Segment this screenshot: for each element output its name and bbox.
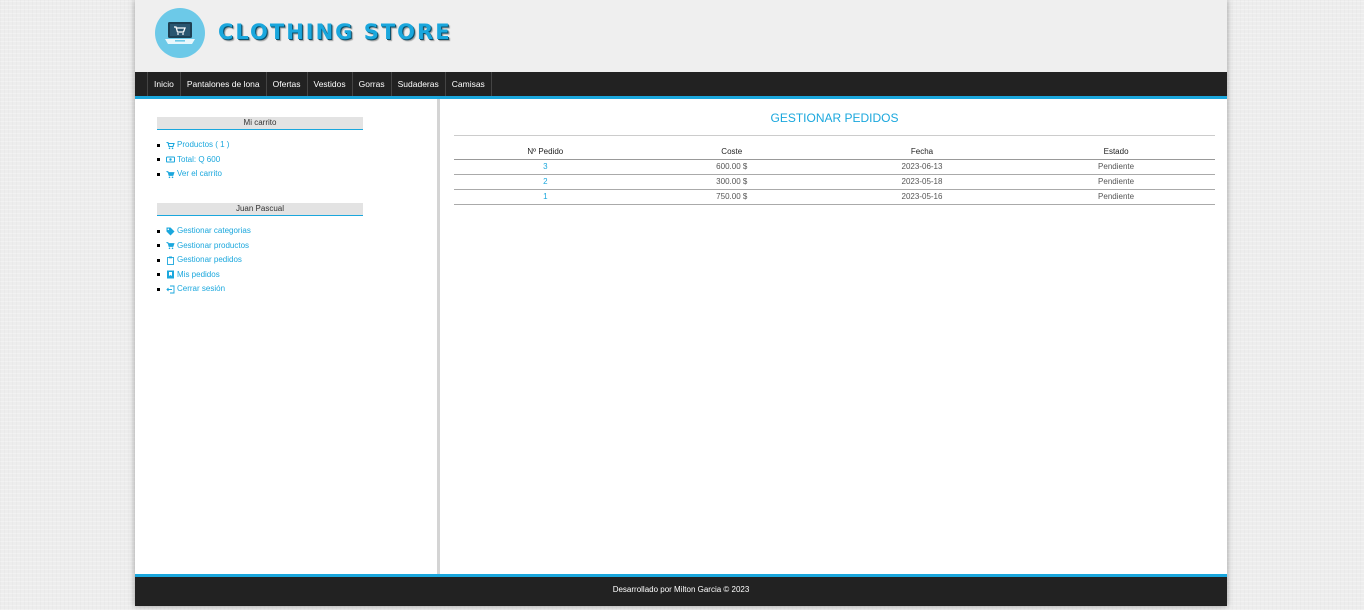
header: CLOTHING STORE [135, 0, 1227, 72]
col-cost: Coste [636, 145, 827, 160]
order-status: Pendiente [1017, 189, 1215, 205]
order-id-link[interactable]: 1 [454, 189, 637, 205]
footer: Desarrollado por Milton Garcia © 2023 [135, 574, 1227, 606]
logout-link[interactable]: Cerrar sesión [157, 282, 251, 297]
cart-block-title: Mi carrito [157, 117, 363, 130]
cart-products-link[interactable]: Productos ( 1 ) [157, 138, 229, 153]
order-status: Pendiente [1017, 159, 1215, 175]
order-date: 2023-06-13 [826, 159, 1018, 175]
table-row: 2 300.00 $ 2023-05-18 Pendiente [454, 174, 1215, 190]
table-row: 1 750.00 $ 2023-05-16 Pendiente [454, 189, 1215, 205]
sidebar: Mi carrito Productos ( 1 ) Total: Q 600 … [135, 99, 440, 574]
clipboard-icon [166, 256, 175, 265]
logout-icon [166, 285, 175, 294]
page-title: GESTIONAR PEDIDOS [770, 111, 899, 125]
col-status: Estado [1017, 145, 1215, 160]
manage-products-link[interactable]: Gestionar productos [157, 239, 251, 254]
table-header-row: Nº Pedido Coste Fecha Estado [454, 145, 1215, 160]
order-id-link[interactable]: 2 [454, 174, 637, 190]
store-logo[interactable] [155, 8, 205, 58]
nav-item-pantalones[interactable]: Pantalones de lona [179, 72, 266, 96]
order-date: 2023-05-16 [826, 189, 1018, 205]
user-block-title: Juan Pascual [157, 203, 363, 216]
bookmark-icon [166, 270, 175, 279]
cart-list: Productos ( 1 ) Total: Q 600 Ver el carr… [157, 138, 229, 182]
laptop-cart-icon [165, 22, 195, 44]
my-orders-link[interactable]: Mis pedidos [157, 268, 251, 283]
nav-item-sudaderas[interactable]: Sudaderas [390, 72, 445, 96]
user-menu: Gestionar categorias Gestionar productos… [157, 224, 251, 297]
store-title[interactable]: CLOTHING STORE [218, 20, 452, 44]
money-icon [166, 155, 175, 164]
manage-categories-link[interactable]: Gestionar categorias [157, 224, 251, 239]
order-date: 2023-05-18 [826, 174, 1018, 190]
nav-item-vestidos[interactable]: Vestidos [306, 72, 352, 96]
nav-item-camisas[interactable]: Camisas [444, 72, 492, 96]
view-cart-link[interactable]: Ver el carrito [157, 167, 229, 182]
order-id-link[interactable]: 3 [454, 159, 637, 175]
manage-orders-link[interactable]: Gestionar pedidos [157, 253, 251, 268]
nav-item-gorras[interactable]: Gorras [351, 72, 391, 96]
col-order-number: Nº Pedido [454, 145, 637, 160]
tag-icon [166, 227, 175, 236]
cart-total[interactable]: Total: Q 600 [157, 153, 229, 168]
order-cost: 600.00 $ [636, 159, 827, 175]
cart-icon [166, 141, 175, 150]
col-date: Fecha [826, 145, 1018, 160]
cart-icon [166, 241, 175, 250]
nav-item-ofertas[interactable]: Ofertas [265, 72, 307, 96]
main-content: GESTIONAR PEDIDOS Nº Pedido Coste Fecha … [443, 99, 1227, 574]
order-cost: 750.00 $ [636, 189, 827, 205]
cart-icon [166, 170, 175, 179]
orders-table: Nº Pedido Coste Fecha Estado 3 600.00 $ … [454, 145, 1215, 205]
order-status: Pendiente [1017, 174, 1215, 190]
main-nav: Inicio Pantalones de lona Ofertas Vestid… [135, 72, 1227, 99]
order-cost: 300.00 $ [636, 174, 827, 190]
table-row: 3 600.00 $ 2023-06-13 Pendiente [454, 159, 1215, 175]
nav-item-inicio[interactable]: Inicio [147, 72, 180, 96]
page-container: CLOTHING STORE Inicio Pantalones de lona… [135, 0, 1227, 606]
title-divider [454, 135, 1215, 136]
